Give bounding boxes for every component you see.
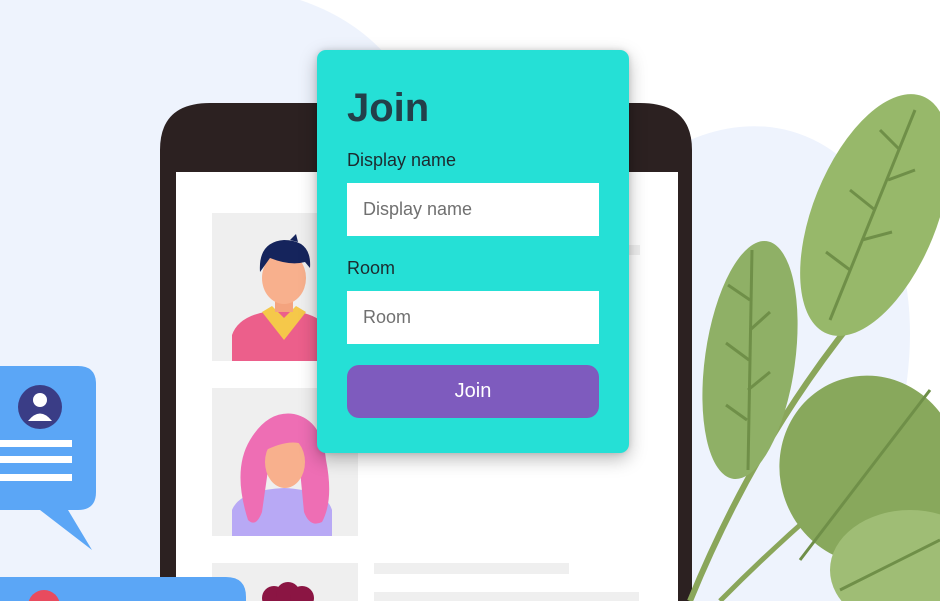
join-card: Join Display name Room Join [317,50,629,453]
display-name-input[interactable] [347,183,599,236]
join-button[interactable]: Join [347,365,599,418]
room-input[interactable] [347,291,599,344]
chat-bubble-bottom [0,577,246,601]
display-name-label: Display name [347,150,457,170]
room-label: Room [347,258,396,278]
join-title: Join [347,86,430,130]
